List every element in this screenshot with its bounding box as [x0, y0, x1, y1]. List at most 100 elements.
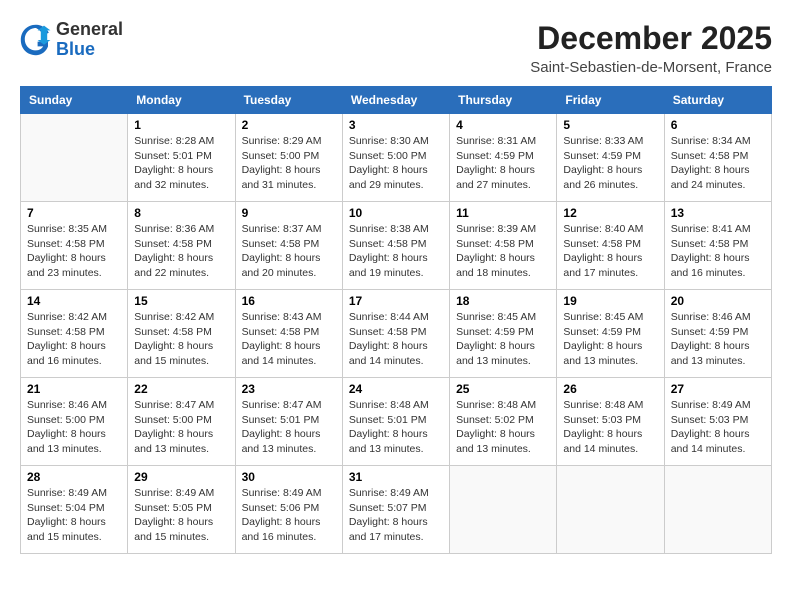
calendar-cell: 17 Sunrise: 8:44 AMSunset: 4:58 PMDayligh… — [342, 290, 449, 378]
day-info: Sunrise: 8:33 AMSunset: 4:59 PMDaylight:… — [563, 134, 657, 193]
day-info: Sunrise: 8:29 AMSunset: 5:00 PMDaylight:… — [242, 134, 336, 193]
weekday-header-friday: Friday — [557, 87, 664, 114]
day-info: Sunrise: 8:49 AMSunset: 5:07 PMDaylight:… — [349, 486, 443, 545]
day-info: Sunrise: 8:49 AMSunset: 5:03 PMDaylight:… — [671, 398, 765, 457]
calendar-table: SundayMondayTuesdayWednesdayThursdayFrid… — [20, 86, 772, 554]
logo-text: General Blue — [56, 20, 123, 60]
calendar-cell: 21Sunrise: 8:46 AMSunset: 5:00 PMDayligh… — [21, 378, 128, 466]
weekday-header-monday: Monday — [128, 87, 235, 114]
day-number: 9 — [242, 206, 336, 220]
logo-icon — [20, 24, 52, 56]
day-number: 20 — [671, 294, 765, 308]
day-number: 18 — [456, 294, 550, 308]
day-info: Sunrise: 8:47 AMSunset: 5:00 PMDaylight:… — [134, 398, 228, 457]
day-info: Sunrise: 8:48 AMSunset: 5:01 PMDaylight:… — [349, 398, 443, 457]
day-info: Sunrise: 8:39 AMSunset: 4:58 PMDaylight:… — [456, 222, 550, 281]
weekday-header-sunday: Sunday — [21, 87, 128, 114]
day-number: 6 — [671, 118, 765, 132]
day-number: 15 — [134, 294, 228, 308]
calendar-cell: 13Sunrise: 8:41 AMSunset: 4:58 PMDayligh… — [664, 202, 771, 290]
day-number: 23 — [242, 382, 336, 396]
day-number: 17 — [349, 294, 443, 308]
calendar-cell: 8Sunrise: 8:36 AMSunset: 4:58 PMDaylight… — [128, 202, 235, 290]
day-number: 31 — [349, 470, 443, 484]
calendar-cell: 11 Sunrise: 8:39 AMSunset: 4:58 PMDayligh… — [450, 202, 557, 290]
calendar-cell: 2Sunrise: 8:29 AMSunset: 5:00 PMDaylight… — [235, 114, 342, 202]
calendar-cell: 24 Sunrise: 8:48 AMSunset: 5:01 PMDayligh… — [342, 378, 449, 466]
day-info: Sunrise: 8:46 AMSunset: 4:59 PMDaylight:… — [671, 310, 765, 369]
day-info: Sunrise: 8:49 AMSunset: 5:04 PMDaylight:… — [27, 486, 121, 545]
calendar-cell: 27Sunrise: 8:49 AMSunset: 5:03 PMDayligh… — [664, 378, 771, 466]
day-number: 1 — [134, 118, 228, 132]
page-container: General Blue December 2025 Saint-Sebasti… — [20, 20, 772, 554]
day-info: Sunrise: 8:41 AMSunset: 4:58 PMDaylight:… — [671, 222, 765, 281]
day-number: 26 — [563, 382, 657, 396]
calendar-header: SundayMondayTuesdayWednesdayThursdayFrid… — [21, 87, 772, 114]
day-info: Sunrise: 8:48 AMSunset: 5:02 PMDaylight:… — [456, 398, 550, 457]
day-info: Sunrise: 8:38 AMSunset: 4:58 PMDaylight:… — [349, 222, 443, 281]
calendar-cell: 6 Sunrise: 8:34 AMSunset: 4:58 PMDaylight… — [664, 114, 771, 202]
day-number: 4 — [456, 118, 550, 132]
logo-general-text: General — [56, 20, 123, 40]
day-info: Sunrise: 8:40 AMSunset: 4:58 PMDaylight:… — [563, 222, 657, 281]
day-number: 19 — [563, 294, 657, 308]
day-info: Sunrise: 8:45 AMSunset: 4:59 PMDaylight:… — [563, 310, 657, 369]
calendar-week-row: 28 Sunrise: 8:49 AMSunset: 5:04 PMDayligh… — [21, 466, 772, 554]
day-number: 24 — [349, 382, 443, 396]
day-info: Sunrise: 8:44 AMSunset: 4:58 PMDaylight:… — [349, 310, 443, 369]
day-info: Sunrise: 8:46 AMSunset: 5:00 PMDaylight:… — [27, 398, 121, 457]
day-number: 28 — [27, 470, 121, 484]
calendar-cell: 16 Sunrise: 8:43 AMSunset: 4:58 PMDayligh… — [235, 290, 342, 378]
day-info: Sunrise: 8:31 AMSunset: 4:59 PMDaylight:… — [456, 134, 550, 193]
calendar-cell: 18Sunrise: 8:45 AMSunset: 4:59 PMDayligh… — [450, 290, 557, 378]
day-number: 12 — [563, 206, 657, 220]
day-number: 14 — [27, 294, 121, 308]
calendar-cell — [21, 114, 128, 202]
day-number: 16 — [242, 294, 336, 308]
calendar-week-row: 14 Sunrise: 8:42 AMSunset: 4:58 PMDayligh… — [21, 290, 772, 378]
calendar-cell — [450, 466, 557, 554]
day-number: 25 — [456, 382, 550, 396]
weekday-header-saturday: Saturday — [664, 87, 771, 114]
day-number: 5 — [563, 118, 657, 132]
day-info: Sunrise: 8:42 AMSunset: 4:58 PMDaylight:… — [27, 310, 121, 369]
calendar-cell: 23Sunrise: 8:47 AMSunset: 5:01 PMDayligh… — [235, 378, 342, 466]
weekday-header-thursday: Thursday — [450, 87, 557, 114]
title-block: December 2025 Saint-Sebastien-de-Morsent… — [530, 20, 772, 76]
day-info: Sunrise: 8:35 AMSunset: 4:58 PMDaylight:… — [27, 222, 121, 281]
month-title: December 2025 — [530, 20, 772, 57]
weekday-header-tuesday: Tuesday — [235, 87, 342, 114]
calendar-cell: 29 Sunrise: 8:49 AMSunset: 5:05 PMDayligh… — [128, 466, 235, 554]
calendar-cell — [664, 466, 771, 554]
day-number: 22 — [134, 382, 228, 396]
calendar-cell: 31 Sunrise: 8:49 AMSunset: 5:07 PMDayligh… — [342, 466, 449, 554]
day-number: 29 — [134, 470, 228, 484]
calendar-cell: 3Sunrise: 8:30 AMSunset: 5:00 PMDaylight… — [342, 114, 449, 202]
calendar-cell: 30Sunrise: 8:49 AMSunset: 5:06 PMDayligh… — [235, 466, 342, 554]
calendar-cell: 19 Sunrise: 8:45 AMSunset: 4:59 PMDayligh… — [557, 290, 664, 378]
day-number: 10 — [349, 206, 443, 220]
day-info: Sunrise: 8:49 AMSunset: 5:05 PMDaylight:… — [134, 486, 228, 545]
calendar-cell: 25 Sunrise: 8:48 AMSunset: 5:02 PMDayligh… — [450, 378, 557, 466]
calendar-cell: 28 Sunrise: 8:49 AMSunset: 5:04 PMDayligh… — [21, 466, 128, 554]
calendar-cell: 9 Sunrise: 8:37 AMSunset: 4:58 PMDaylight… — [235, 202, 342, 290]
calendar-week-row: 21Sunrise: 8:46 AMSunset: 5:00 PMDayligh… — [21, 378, 772, 466]
calendar-cell — [557, 466, 664, 554]
day-number: 30 — [242, 470, 336, 484]
calendar-cell: 4 Sunrise: 8:31 AMSunset: 4:59 PMDaylight… — [450, 114, 557, 202]
day-info: Sunrise: 8:42 AMSunset: 4:58 PMDaylight:… — [134, 310, 228, 369]
logo-blue-text: Blue — [56, 40, 123, 60]
day-info: Sunrise: 8:37 AMSunset: 4:58 PMDaylight:… — [242, 222, 336, 281]
calendar-cell: 14 Sunrise: 8:42 AMSunset: 4:58 PMDayligh… — [21, 290, 128, 378]
day-info: Sunrise: 8:34 AMSunset: 4:58 PMDaylight:… — [671, 134, 765, 193]
day-info: Sunrise: 8:28 AMSunset: 5:01 PMDaylight:… — [134, 134, 228, 193]
weekday-header-wednesday: Wednesday — [342, 87, 449, 114]
day-number: 11 — [456, 206, 550, 220]
calendar-cell: 7Sunrise: 8:35 AMSunset: 4:58 PMDaylight… — [21, 202, 128, 290]
calendar-body: 1 Sunrise: 8:28 AMSunset: 5:01 PMDaylight… — [21, 114, 772, 554]
day-number: 8 — [134, 206, 228, 220]
day-info: Sunrise: 8:43 AMSunset: 4:58 PMDaylight:… — [242, 310, 336, 369]
calendar-cell: 10 Sunrise: 8:38 AMSunset: 4:58 PMDayligh… — [342, 202, 449, 290]
calendar-cell: 15 Sunrise: 8:42 AMSunset: 4:58 PMDayligh… — [128, 290, 235, 378]
calendar-cell: 20 Sunrise: 8:46 AMSunset: 4:59 PMDayligh… — [664, 290, 771, 378]
